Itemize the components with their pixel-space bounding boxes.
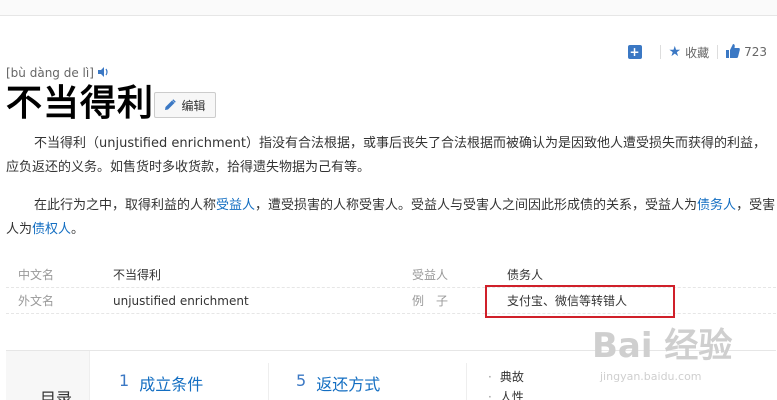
toc-divider: [268, 363, 269, 400]
like-button[interactable]: 723: [726, 43, 767, 61]
paragraph-definition: 不当得利（unjustified enrichment）指没有合法根据，或事后丧…: [6, 136, 766, 175]
bullet-icon: ·: [488, 370, 492, 384]
paragraph-text: 。: [71, 222, 85, 237]
bullet-icon: ·: [488, 390, 492, 400]
link-beneficiary[interactable]: 受益人: [216, 198, 255, 213]
pinyin: [bù dàng de lì]: [6, 66, 110, 80]
thumbs-up-icon: [726, 43, 740, 61]
info-label: 中文名: [18, 268, 55, 282]
watermark: Bai 经验 jingyan.baidu.com: [592, 318, 733, 383]
pencil-icon: [165, 99, 177, 110]
toc-item-number: 1: [119, 371, 130, 390]
paragraph-text: ，遭受损害的人称受害人。受益人与受害人之间因此形成债的关系，受益人为: [255, 198, 698, 213]
pinyin-text: [bù dàng de lì]: [6, 66, 94, 80]
link-creditor[interactable]: 债权人: [32, 222, 71, 237]
like-count: 723: [744, 45, 767, 59]
toc-label: 目录: [40, 389, 73, 400]
edit-button[interactable]: 编辑: [154, 92, 216, 118]
info-label: 例 子: [412, 294, 449, 308]
info-label: 受益人: [412, 268, 449, 282]
toc-sub-label: 人性: [499, 390, 524, 400]
toc-item[interactable]: 1 成立条件: [119, 371, 203, 395]
link-debtor[interactable]: 债务人: [697, 198, 736, 213]
speaker-icon[interactable]: [97, 66, 110, 80]
top-bar: [0, 0, 777, 16]
toc-sub-item[interactable]: · 典故: [488, 368, 524, 385]
toc-label-panel: 目录: [6, 351, 90, 400]
info-value-link[interactable]: 债务人: [507, 267, 543, 283]
watermark-site: jingyan.baidu.com: [600, 370, 702, 383]
edit-label: 编辑: [181, 98, 206, 113]
toc-item-label: 返还方式: [316, 375, 381, 394]
paragraph-text: 在此行为之中，取得利益的人称: [34, 198, 217, 213]
watermark-logo: Bai 经验: [592, 326, 733, 366]
entry-title: 不当得利: [6, 83, 155, 124]
add-icon[interactable]: +: [627, 45, 642, 59]
toolbar-divider: [717, 45, 719, 59]
toc-item[interactable]: 5 返还方式: [296, 371, 380, 395]
info-value: unjustified enrichment: [113, 294, 249, 308]
paragraph-parties: 在此行为之中，取得利益的人称受益人，遭受损害的人称受害人。受益人与受害人之间因此…: [6, 194, 776, 242]
info-label: 外文名: [18, 294, 55, 308]
toc-item-label: 成立条件: [139, 375, 204, 394]
entry-toolbar: + ★ 收藏 723: [627, 42, 767, 62]
favorite-button[interactable]: ★ 收藏: [669, 44, 710, 61]
toc-item-number: 5: [296, 371, 307, 390]
info-value: 不当得利: [113, 268, 162, 282]
highlight-box: [485, 285, 675, 318]
toolbar-divider: [659, 45, 661, 59]
toc-sub-item[interactable]: · 人性: [488, 388, 524, 400]
star-icon: ★: [668, 44, 682, 60]
toc-divider: [466, 363, 467, 400]
favorite-label: 收藏: [685, 45, 710, 60]
toc-sub-label: 典故: [499, 370, 524, 384]
